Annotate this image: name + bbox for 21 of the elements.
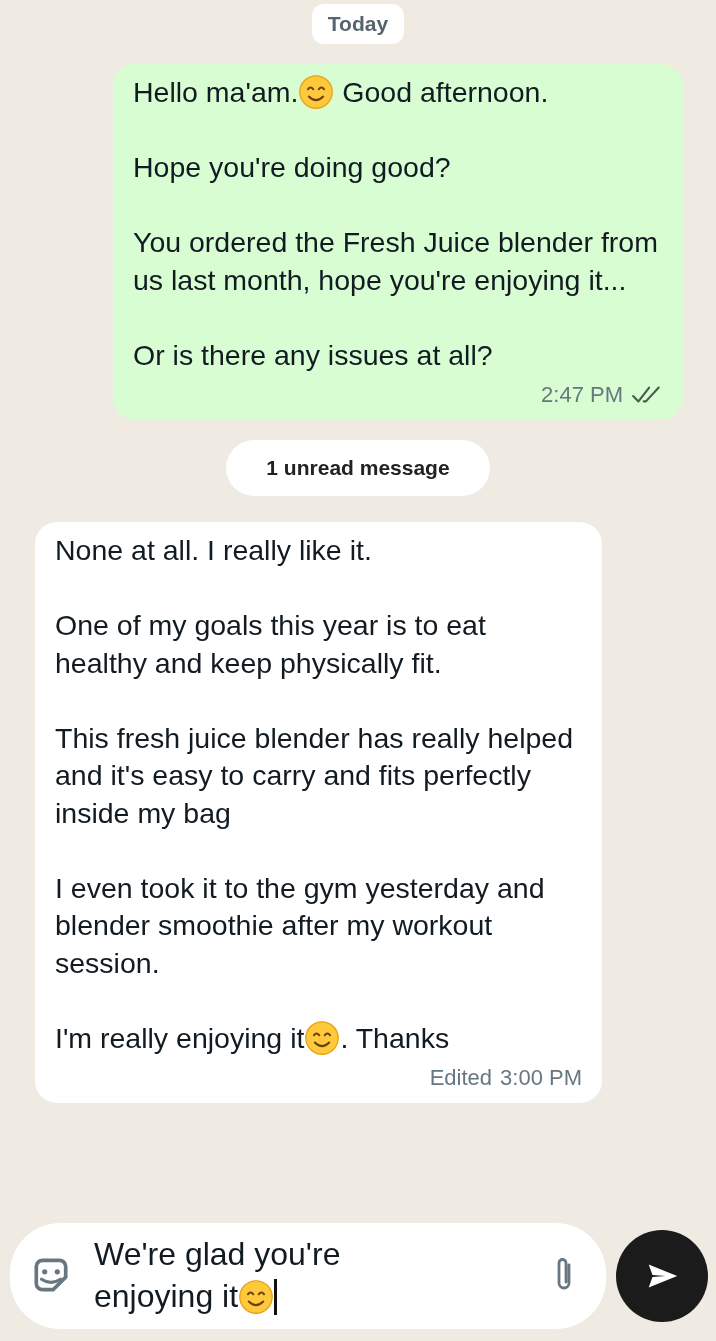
- message-text: I'm really enjoying it: [55, 1021, 305, 1054]
- message-text: You ordered the Fresh Juice blender from us last month, hope you're enjoying it...: [133, 226, 658, 296]
- smiley-icon: [304, 1019, 341, 1056]
- smiley-icon: [238, 1279, 275, 1315]
- message-text: Hope you're doing good?: [133, 151, 451, 183]
- message-text: Or is there any issues at all?: [133, 338, 493, 371]
- message-text: Hello ma'am.: [133, 76, 299, 108]
- message-time: 3:00 PM: [500, 1064, 582, 1092]
- message-text: Good afternoon.: [341, 76, 549, 108]
- message-time: 2:47 PM: [541, 381, 623, 409]
- edited-label: Edited: [429, 1064, 493, 1092]
- unread-banner: 1 unread message: [226, 440, 490, 496]
- message-text: This fresh juice blender has really helped and it's easy to carry and fits perfectly inside my bag: [55, 721, 574, 829]
- text-cursor: [274, 1279, 278, 1315]
- message-field[interactable]: We're glad you're enjoying it: [10, 1223, 606, 1329]
- message-text: None at all. I really like it.: [55, 534, 372, 566]
- date-chip: Today: [311, 4, 405, 44]
- message-text: One of my goals this year is to eat healthy and keep physically fit.: [55, 609, 486, 679]
- message-text: . Thanks: [340, 1021, 450, 1054]
- message-text: I even took it to the gym yesterday and blender smoothie after my workout session.: [55, 871, 545, 979]
- smiley-icon: [298, 74, 335, 110]
